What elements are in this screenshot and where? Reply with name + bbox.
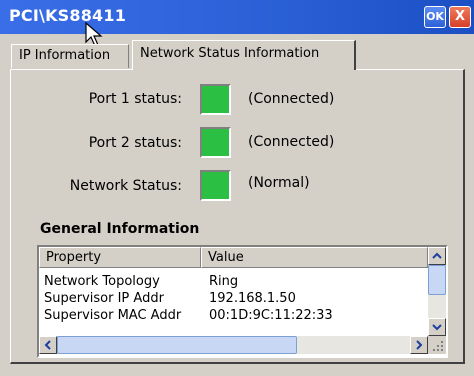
list-header: Property Value bbox=[39, 247, 446, 268]
close-button[interactable]: X bbox=[449, 6, 471, 28]
scroll-up-button[interactable] bbox=[428, 247, 446, 265]
port1-status-indicator bbox=[200, 84, 231, 115]
chevron-left-icon bbox=[44, 340, 51, 350]
scroll-left-button[interactable] bbox=[39, 336, 57, 354]
chevron-up-icon bbox=[432, 252, 442, 259]
list-row[interactable]: Supervisor MAC Addr 00:1D:9C:11:22:33 bbox=[39, 308, 429, 324]
general-information-list[interactable]: Property Value Network Topology Ring Sup… bbox=[37, 245, 448, 358]
app-window: PCI\KS88411 OK X IP Information Network … bbox=[0, 0, 474, 376]
port2-status-value: (Connected) bbox=[248, 134, 335, 150]
general-information-title: General Information bbox=[40, 221, 200, 237]
ok-button[interactable]: OK bbox=[424, 6, 446, 28]
row-value: 00:1D:9C:11:22:33 bbox=[209, 308, 333, 323]
port2-status-indicator bbox=[200, 127, 231, 158]
resize-grip-icon[interactable] bbox=[428, 336, 446, 354]
title-bar[interactable]: PCI\KS88411 OK X bbox=[0, 0, 474, 47]
list-row[interactable]: Supervisor IP Addr 192.168.1.50 bbox=[39, 291, 429, 307]
chevron-right-icon bbox=[416, 340, 423, 350]
window-title: PCI\KS88411 bbox=[9, 6, 127, 25]
row-value: Ring bbox=[209, 274, 239, 289]
scroll-right-button[interactable] bbox=[410, 336, 428, 354]
chevron-down-icon bbox=[432, 324, 442, 331]
network-status-indicator bbox=[200, 170, 231, 201]
horizontal-scroll-thumb[interactable] bbox=[57, 336, 297, 354]
column-header-property[interactable]: Property bbox=[39, 247, 201, 268]
port2-status-label: Port 2 status: bbox=[88, 135, 182, 151]
scroll-down-button[interactable] bbox=[428, 318, 446, 336]
row-value: 192.168.1.50 bbox=[209, 291, 296, 306]
tab-network-status-information[interactable]: Network Status Information bbox=[132, 40, 356, 70]
horizontal-scrollbar[interactable] bbox=[39, 336, 428, 354]
column-header-value[interactable]: Value bbox=[201, 247, 428, 268]
tab-ip-information[interactable]: IP Information bbox=[11, 44, 129, 68]
network-status-label: Network Status: bbox=[69, 178, 182, 194]
vertical-scroll-thumb[interactable] bbox=[428, 265, 446, 295]
row-property: Supervisor IP Addr bbox=[44, 291, 164, 306]
vertical-scrollbar[interactable] bbox=[428, 247, 446, 336]
port1-status-value: (Connected) bbox=[248, 91, 335, 107]
close-icon: X bbox=[454, 9, 466, 24]
row-property: Supervisor MAC Addr bbox=[44, 308, 182, 323]
row-property: Network Topology bbox=[44, 274, 160, 289]
network-status-value: (Normal) bbox=[248, 175, 310, 191]
list-row[interactable]: Network Topology Ring bbox=[39, 274, 429, 290]
port1-status-label: Port 1 status: bbox=[88, 91, 182, 107]
